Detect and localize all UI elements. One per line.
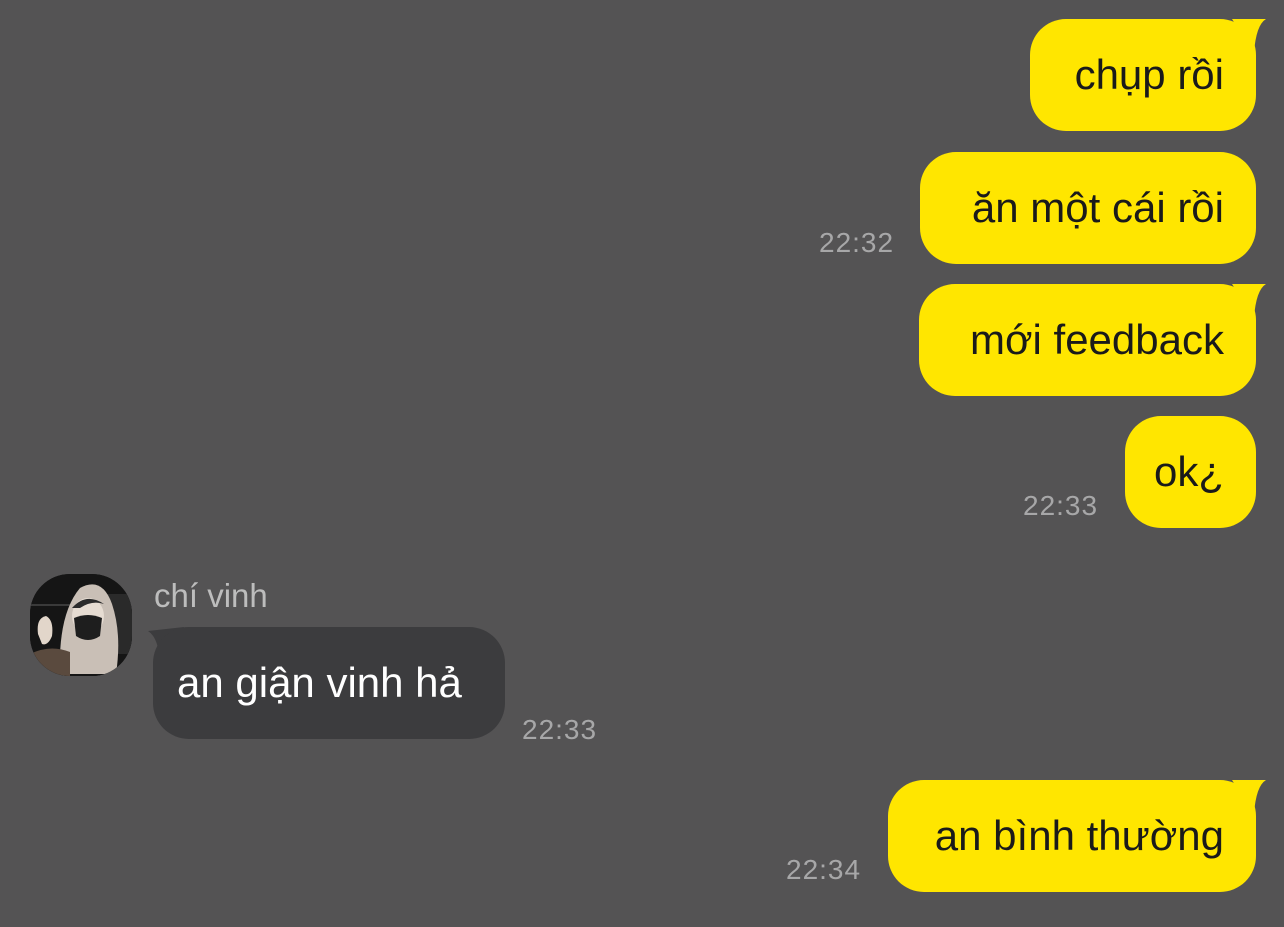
- message-timestamp: 22:33: [1023, 490, 1099, 521]
- outgoing-message-bubble[interactable]: ok¿: [1125, 416, 1256, 528]
- message-timestamp: 22:32: [819, 227, 895, 258]
- outgoing-message-bubble[interactable]: chụp rồi: [1030, 19, 1256, 131]
- bubble-tail-icon: [1232, 19, 1266, 53]
- message-text: mới feedback: [970, 316, 1224, 363]
- bubble-tail-icon: [1232, 284, 1266, 318]
- message-timestamp: 22:34: [786, 854, 862, 885]
- outgoing-message-bubble[interactable]: ăn một cái rồi: [920, 152, 1256, 264]
- outgoing-message-bubble[interactable]: an bình thường: [888, 780, 1256, 892]
- message-text: ăn một cái rồi: [971, 184, 1224, 231]
- sender-name: chí vinh: [154, 577, 268, 614]
- user-avatar-photo-icon: [30, 574, 132, 676]
- sender-avatar[interactable]: [30, 574, 132, 676]
- message-text: an bình thường: [934, 812, 1224, 859]
- outgoing-message-bubble[interactable]: mới feedback: [919, 284, 1256, 396]
- message-text: ok¿: [1153, 448, 1224, 495]
- incoming-message-bubble[interactable]: an giận vinh hả: [153, 627, 505, 739]
- message-text: chụp rồi: [1074, 51, 1224, 98]
- message-timestamp: 22:33: [522, 714, 598, 745]
- message-text: an giận vinh hả: [177, 659, 462, 706]
- bubble-tail-icon: [1232, 780, 1266, 814]
